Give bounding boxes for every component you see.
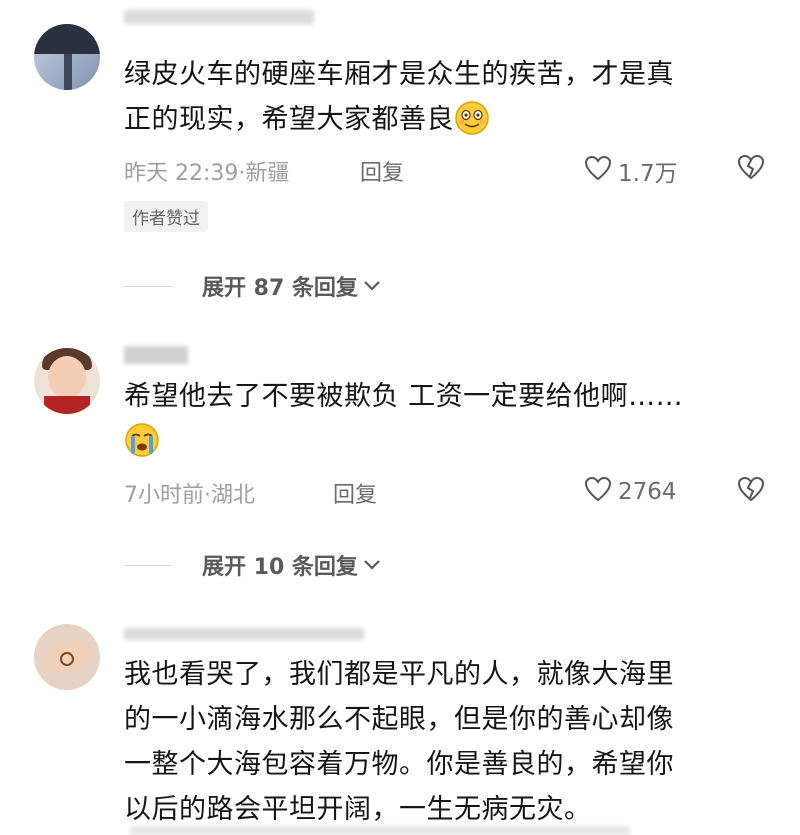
timestamp: 昨天 22:39 [124,161,239,186]
comment-line: 希望他去了不要被欺负 工资一定要给他啊…… [124,381,684,412]
like-count: 2764 [618,479,677,505]
comment-text: 希望他去了不要被欺负 工资一定要给他啊…… [124,374,774,464]
chevron-down-icon [362,274,382,299]
comment-line: 正的现实，希望大家都善良 [124,104,454,135]
comment-meta: 昨天 22:39·新疆 [124,155,289,187]
expand-replies-button[interactable]: 展开 87 条回复 [124,270,382,302]
avatar[interactable] [34,24,100,90]
like-button[interactable]: 2764 [584,476,677,508]
author-liked-badge: 作者赞过 [124,201,208,232]
username-blurred[interactable] [124,628,364,640]
avatar[interactable] [34,348,100,414]
reply-button[interactable]: 回复 [360,155,404,187]
username-blurred[interactable] [124,346,188,364]
comment-text: 绿皮火车的硬座车厢才是众生的疾苦，才是真 正的现实，希望大家都善良 [124,52,764,142]
crying-face-emoji-icon [124,422,160,458]
broken-heart-icon [736,154,766,184]
expand-replies-button[interactable]: 展开 10 条回复 [124,549,382,581]
heart-icon [584,476,618,508]
cut-off-text [130,826,630,835]
divider-line [124,564,172,566]
username-blurred[interactable] [124,10,314,24]
smiling-face-emoji-icon [454,100,490,136]
avatar[interactable] [34,624,100,690]
reply-button[interactable]: 回复 [333,477,377,509]
timestamp: 7小时前 [124,483,204,508]
location: 湖北 [211,483,256,508]
heart-icon [584,155,618,187]
location: 新疆 [245,161,290,186]
like-button[interactable]: 1.7万 [584,154,678,188]
separator: · [204,483,211,508]
divider-line [124,285,172,287]
chevron-down-icon [362,553,382,578]
dislike-button[interactable] [736,154,766,184]
comment-line: 绿皮火车的硬座车厢才是众生的疾苦，才是真 [124,59,674,90]
comment-meta: 7小时前·湖北 [124,477,255,509]
comment-line: 我也看哭了，我们都是平凡的人，就像大海里 [124,659,674,690]
comment-line: 一整个大海包容着万物。你是善良的，希望你 [124,749,674,780]
broken-heart-icon [736,476,766,506]
comment-line: 的一小滴海水那么不起眼，但是你的善心却像 [124,704,674,735]
dislike-button[interactable] [736,476,766,506]
like-count: 1.7万 [618,161,678,187]
expand-replies-label: 展开 10 条回复 [202,555,358,580]
expand-replies-label: 展开 87 条回复 [202,276,358,301]
comment-text: 我也看哭了，我们都是平凡的人，就像大海里 的一小滴海水那么不起眼，但是你的善心却… [124,652,774,832]
